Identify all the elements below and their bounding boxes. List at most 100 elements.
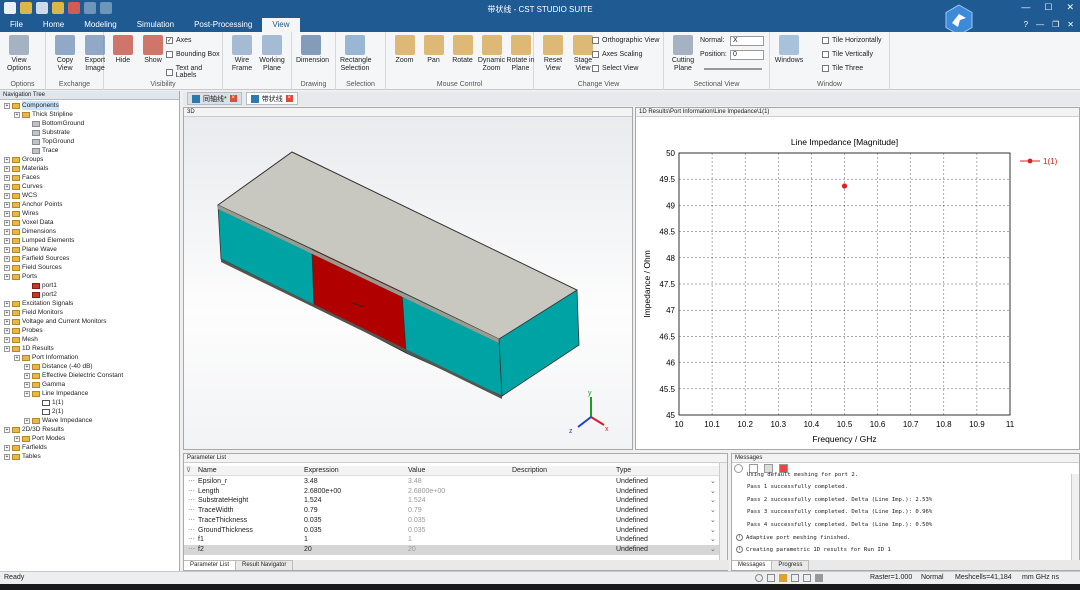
tab-messages[interactable]: Messages [732,560,773,570]
type-dropdown-icon[interactable]: ⌄ [710,496,716,506]
expand-toggle-icon[interactable]: + [4,426,10,433]
ribbon-close-icon[interactable]: ✕ [1067,20,1074,29]
tree-item-port-information[interactable]: + Port Information [14,353,78,362]
expand-toggle-icon[interactable]: + [4,210,10,217]
minimize-icon[interactable]: — [1021,2,1030,13]
expand-toggle-icon[interactable]: + [4,336,10,343]
show-button[interactable]: Show [138,35,168,65]
expand-toggle-icon[interactable]: + [4,228,10,235]
tree-item-1d-results[interactable]: +1D Results [4,344,54,353]
expand-toggle-icon[interactable]: + [24,390,30,397]
rotate-button[interactable]: Rotate [448,35,477,65]
expand-toggle-icon[interactable]: + [4,300,10,307]
expand-toggle-icon[interactable]: + [4,183,10,190]
expand-toggle-icon[interactable]: + [4,318,10,325]
parameter-row[interactable]: ⋯ Length 2.6800e+00 2.6800e+00 Undefined ⌄ [184,487,719,497]
ribbon-restore-icon[interactable]: ❐ [1052,20,1059,29]
tree-item-topground[interactable]: TopGround [24,137,74,146]
wire-frame-button[interactable]: Wire Frame [227,35,257,73]
checkbox-text-and-labels[interactable]: Text and Labels [166,65,222,79]
checkbox-box[interactable] [822,51,829,58]
tree-item-tables[interactable]: + Tables [4,452,41,461]
3d-model-canvas[interactable]: y x z [184,117,632,449]
maximize-icon[interactable]: ☐ [1044,2,1052,13]
tree-item-mesh[interactable]: + Mesh [4,335,38,344]
type-dropdown-icon[interactable]: ⌄ [710,545,716,555]
tree-item-line-impedance[interactable]: + Line Impedance [24,389,88,398]
tab-view[interactable]: View [262,18,300,32]
parameter-scrollbar[interactable] [719,463,727,562]
tree-item-curves[interactable]: + Curves [4,182,43,191]
tree-item-farfields[interactable]: + Farfields [4,443,47,452]
expand-toggle-icon[interactable]: + [4,156,10,163]
expand-toggle-icon[interactable]: + [4,219,10,226]
tree-item-farfield-sources[interactable]: + Farfield Sources [4,254,69,263]
view-status-icon[interactable] [803,574,811,582]
rectangle-selection-button[interactable]: Rectangle Selection [340,35,372,73]
tree-item-components[interactable]: + Components [4,101,59,110]
tab-result-navigator[interactable]: Result Navigator [236,560,294,570]
column-header-description[interactable]: Description [512,466,547,476]
tree-item-bottomground[interactable]: BottomGround [24,119,84,128]
tree-item-ports[interactable]: + Ports [4,272,37,281]
expand-toggle-icon[interactable]: + [4,237,10,244]
tree-item-wires[interactable]: + Wires [4,209,39,218]
mesh-status-icon[interactable] [815,574,823,582]
tree-item-wave-impedance[interactable]: + Wave Impedance [24,416,92,425]
column-header-expression[interactable]: Expression [304,466,339,476]
close-tab-icon[interactable]: × [285,95,293,102]
tree-item-dimensions[interactable]: + Dimensions [4,227,56,236]
checkbox-box[interactable] [166,68,173,76]
working-plane-button[interactable]: Working Plane [257,35,287,73]
tree-item-port-modes[interactable]: + Port Modes [14,434,65,443]
tree-item-field-sources[interactable]: + Field Sources [4,263,62,272]
tree-item-port1[interactable]: port1 [24,281,57,290]
tree-item-thick-stripline[interactable]: + Thick Stripline [14,110,73,119]
expand-toggle-icon[interactable]: + [14,354,20,361]
parameter-row[interactable]: ⋯ TraceThickness 0.035 0.035 Undefined ⌄ [184,516,719,526]
checkbox-box[interactable] [592,65,599,72]
expand-toggle-icon[interactable]: + [14,111,20,118]
messages-scrollbar[interactable] [1071,474,1079,560]
filter-icon[interactable]: ⊽ [186,466,191,476]
expand-toggle-icon[interactable]: + [14,435,20,442]
type-dropdown-icon[interactable]: ⌄ [710,487,716,497]
expand-toggle-icon[interactable]: + [4,453,10,460]
parameter-row[interactable]: ⋯ Epsilon_r 3.48 3.48 Undefined ⌄ [184,477,719,487]
hide-button[interactable]: Hide [108,35,138,65]
tree-item-faces[interactable]: + Faces [4,173,40,182]
expand-toggle-icon[interactable]: + [4,345,10,352]
expand-toggle-icon[interactable]: + [4,264,10,271]
parameter-cell-expression[interactable]: 0.79 [304,506,318,516]
tab-modeling[interactable]: Modeling [74,18,126,32]
tree-item-plane-wave[interactable]: + Plane Wave [4,245,57,254]
view-options-button[interactable]: View Options [4,35,34,73]
tree-item-1-1[interactable]: 1(1) [34,398,64,407]
expand-toggle-icon[interactable]: + [4,327,10,334]
close-window-icon[interactable]: ✕ [1066,2,1074,13]
tree-item-trace[interactable]: Trace [24,146,58,155]
type-dropdown-icon[interactable]: ⌄ [710,516,716,526]
column-header-value[interactable]: Value [408,466,425,476]
expand-toggle-icon[interactable]: + [4,165,10,172]
tree-item-2-1[interactable]: 2(1) [34,407,64,416]
tree-item-groups[interactable]: + Groups [4,155,43,164]
tab-post-processing[interactable]: Post-Processing [184,18,262,32]
parameter-cell-expression[interactable]: 3.48 [304,477,318,487]
parameter-cell-expression[interactable]: 2.6800e+00 [304,487,341,497]
expand-toggle-icon[interactable]: + [4,255,10,262]
expand-toggle-icon[interactable]: + [4,201,10,208]
expand-toggle-icon[interactable]: + [4,273,10,280]
parameter-row[interactable]: ⋯ GroundThickness 0.035 0.035 Undefined ⌄ [184,526,719,536]
tree-item-substrate[interactable]: Substrate [24,128,70,137]
tree-item-port2[interactable]: port2 [24,290,57,299]
parameter-cell-expression[interactable]: 0.035 [304,526,322,536]
tree-item-distance-40-db[interactable]: + Distance (-40 dB) [24,362,93,371]
position-slider[interactable] [704,68,762,70]
tree-item-wcs[interactable]: + WCS [4,191,37,200]
document-tab[interactable]: 同轴线* × [187,92,242,105]
type-dropdown-icon[interactable]: ⌄ [710,506,716,516]
checkbox-box[interactable] [592,51,599,58]
data-point[interactable] [841,183,848,189]
parameter-cell-expression[interactable]: 1.524 [304,496,322,506]
